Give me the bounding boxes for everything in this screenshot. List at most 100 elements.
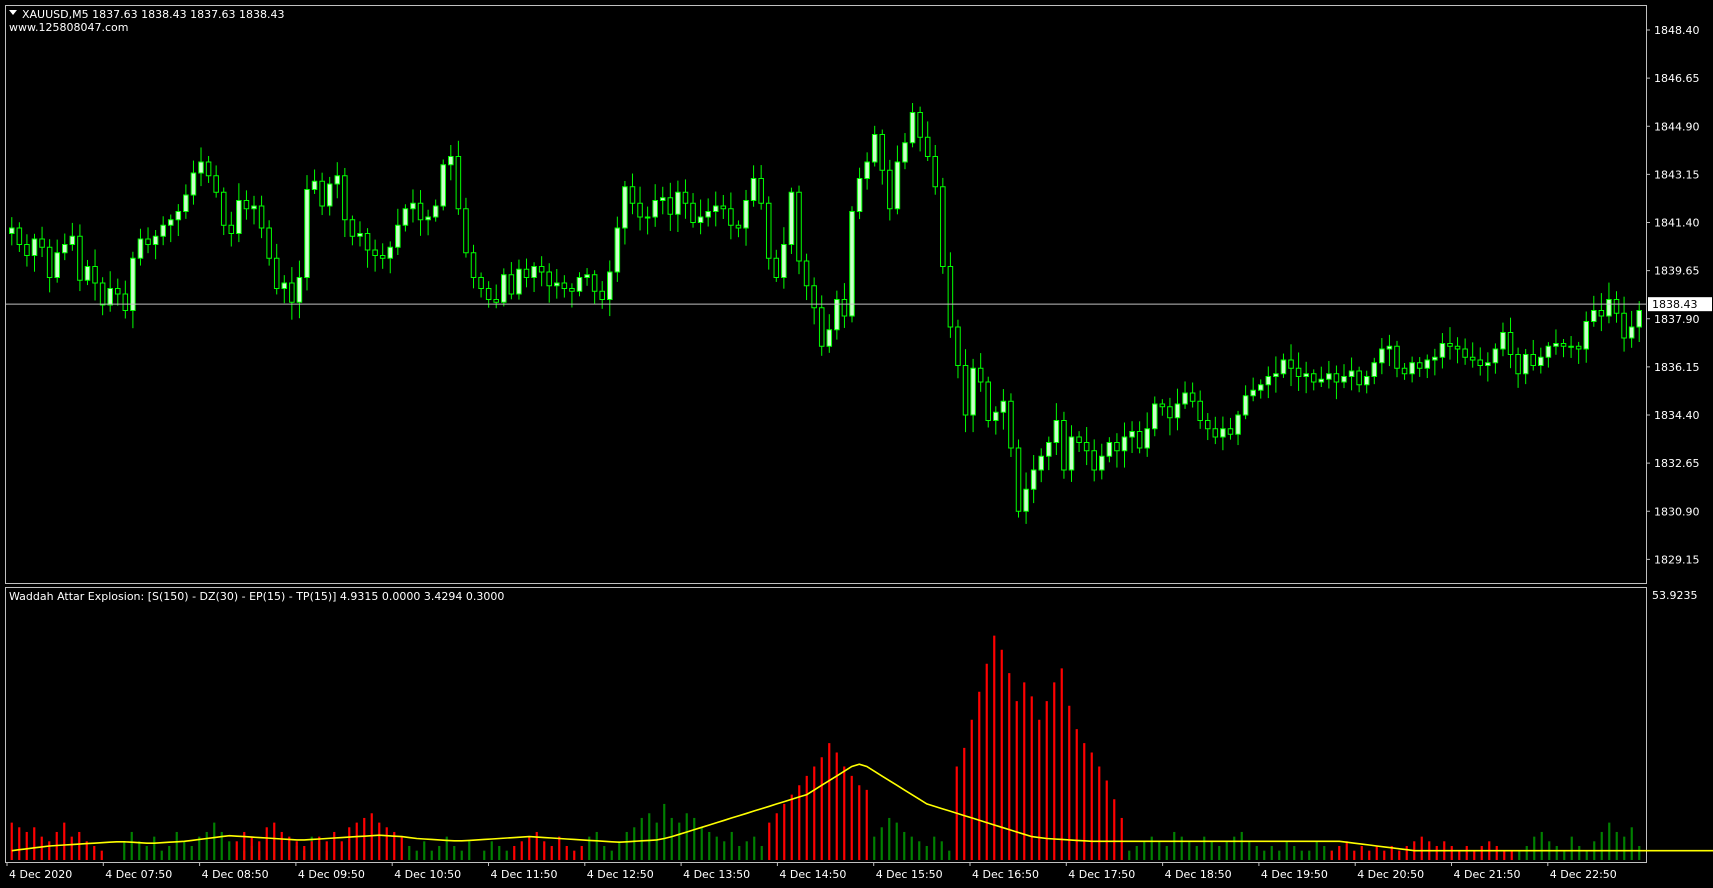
candle-body <box>1394 345 1400 369</box>
candle-body <box>561 282 568 289</box>
candle-body <box>773 257 780 278</box>
price-panel-frame <box>5 5 1647 584</box>
candle-body <box>1000 400 1007 413</box>
candle-body <box>1068 436 1075 471</box>
indicator-histogram <box>10 635 1641 860</box>
candle-body <box>273 257 280 289</box>
candle-body <box>258 205 265 229</box>
candle-body <box>1242 395 1249 416</box>
candle-body <box>1167 406 1173 419</box>
candle-body <box>296 277 303 303</box>
candle-body <box>1507 332 1514 355</box>
candle-body <box>985 381 992 421</box>
candle-body <box>1575 345 1582 350</box>
candle-body <box>92 266 98 284</box>
candle-body <box>1212 428 1219 438</box>
candle-body <box>463 208 469 254</box>
candle-body <box>39 238 45 248</box>
candle-body <box>1613 299 1620 314</box>
candle-body <box>917 112 923 138</box>
price-tick-label: 1829.15 <box>1654 553 1700 566</box>
candle-body <box>1288 359 1294 369</box>
time-tick-label: 4 Dec 07:50 <box>105 868 172 881</box>
candle-body <box>1553 343 1559 347</box>
candle-body <box>251 205 257 210</box>
candle-body <box>319 180 325 207</box>
candle-body <box>77 235 83 281</box>
time-tick-label: 4 Dec 19:50 <box>1261 868 1328 881</box>
candle-body <box>183 194 189 212</box>
candle-body <box>1099 455 1105 471</box>
time-tick-label: 4 Dec 11:50 <box>491 868 558 881</box>
candle-body <box>326 183 333 207</box>
candle-body <box>1500 332 1506 350</box>
candle-body <box>1250 389 1256 397</box>
price-tick-label: 1837.90 <box>1654 313 1700 326</box>
symbol-info: XAUUSD,M5 1837.63 1838.43 1837.63 1838.4… <box>22 8 285 21</box>
candle-body <box>947 266 954 328</box>
candle-body <box>1485 362 1491 366</box>
candle-body <box>977 367 984 383</box>
candle-body <box>198 161 204 174</box>
indicator-panel-frame <box>5 587 1647 863</box>
candle-body <box>167 219 174 226</box>
candle-body <box>1416 362 1423 369</box>
candle-body <box>1197 400 1203 421</box>
candle-body <box>712 205 719 212</box>
candle-body <box>962 365 969 416</box>
candle-body <box>24 244 30 256</box>
candle-body <box>516 268 522 295</box>
time-tick-label: 4 Dec 15:50 <box>876 868 943 881</box>
candle-body <box>1303 373 1309 377</box>
candle-body <box>1568 345 1574 348</box>
candle-body <box>122 293 129 311</box>
candle-body <box>220 191 227 226</box>
candle-body <box>190 172 197 196</box>
candle-body <box>1295 367 1302 377</box>
price-tick-label: 1832.65 <box>1654 457 1700 470</box>
candle-body <box>364 233 371 251</box>
candle-body <box>1462 348 1468 358</box>
candle-body <box>395 224 401 248</box>
time-tick-label: 4 Dec 08:50 <box>202 868 269 881</box>
price-tick-label: 1836.15 <box>1654 361 1700 374</box>
candle-body <box>1015 447 1022 512</box>
candle-body <box>1273 373 1279 377</box>
candle-body <box>538 266 545 273</box>
candle-body <box>1121 436 1128 452</box>
time-tick-label: 4 Dec 17:50 <box>1068 868 1135 881</box>
candle-body <box>213 175 219 193</box>
candle-body <box>485 288 492 300</box>
candle-body <box>743 200 749 229</box>
candle-body <box>1204 420 1211 430</box>
candle-body <box>1591 310 1597 322</box>
candle-body <box>311 180 318 190</box>
candle-body <box>546 271 552 287</box>
candle-body <box>607 271 613 300</box>
candle-body <box>1545 345 1552 358</box>
candle-body <box>236 200 242 234</box>
current-price-label: 1838.43 <box>1652 298 1698 311</box>
candle-body <box>1220 428 1226 438</box>
time-tick-label: 4 Dec 12:50 <box>587 868 654 881</box>
candle-body <box>720 205 727 210</box>
candle-body <box>1560 343 1567 347</box>
candle-body <box>1030 469 1037 490</box>
candle-body <box>1318 378 1325 383</box>
candle-body <box>1447 343 1453 347</box>
candle-body <box>1053 420 1060 443</box>
time-tick-label: 4 Dec 13:50 <box>683 868 750 881</box>
candle-body <box>554 282 560 287</box>
candle-body <box>1341 376 1347 383</box>
candle-body <box>818 307 825 347</box>
candle-body <box>1038 455 1045 471</box>
candle-body <box>1046 442 1052 457</box>
chevron-down-icon[interactable] <box>9 10 17 15</box>
trading-chart[interactable]: 1838.43 1848.40 1846.65 1844.90 1843.15 1841… <box>0 0 1713 888</box>
candle-body <box>1401 367 1408 375</box>
price-tick-label: 1843.15 <box>1654 168 1700 181</box>
candle-body <box>1152 403 1158 430</box>
candle-body <box>470 252 477 278</box>
candle-body <box>1598 310 1605 317</box>
candle-body <box>99 282 106 306</box>
